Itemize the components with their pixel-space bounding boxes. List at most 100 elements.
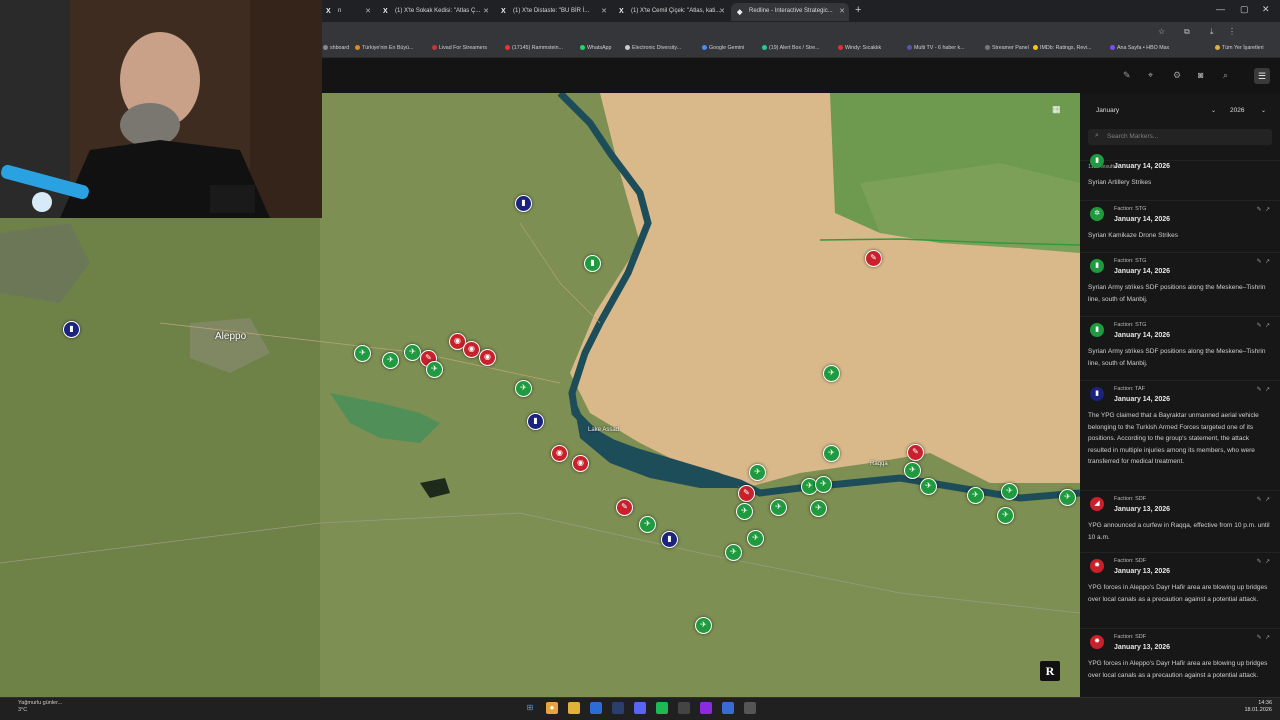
marker-list-item[interactable]: ▮ January 14, 2026 Syrian Artillery Strike… [1080, 154, 1280, 200]
folder-icon[interactable] [568, 702, 580, 714]
marker-taf[interactable]: ▮ [515, 195, 532, 212]
external-link-icon[interactable]: ↗ [1265, 207, 1270, 213]
hamburger-menu-button[interactable]: ☰ [1254, 68, 1270, 84]
edit-icon[interactable]: ✎ [1257, 207, 1262, 213]
browser-tab[interactable]: X (1) X'te Sokak Kedisi: "Atlas Ç... ✕ [377, 3, 493, 21]
marker-list-item[interactable]: ◢ Faction: SDF January 13, 2026 ✎ ↗ YPG anno… [1080, 490, 1280, 552]
app-icon[interactable] [590, 702, 602, 714]
bookmark-item[interactable]: WhatsApp [580, 45, 611, 51]
marker-stg[interactable]: ✈ [426, 361, 443, 378]
marker-stg[interactable]: ✈ [1059, 489, 1076, 506]
close-window-icon[interactable]: ✕ [1262, 4, 1270, 15]
search-markers-input[interactable]: ⌕ Search Markers... [1088, 129, 1272, 145]
app-icon[interactable] [678, 702, 690, 714]
restore-icon[interactable]: ▢ [1240, 4, 1249, 15]
pin-icon[interactable]: ⌖ [1148, 70, 1153, 81]
camera-icon[interactable]: ◙ [1198, 70, 1203, 80]
bookmark-item[interactable]: Türkiye'nin En Büyü... [355, 45, 413, 51]
new-tab-button[interactable]: + [855, 4, 861, 16]
marker-stg[interactable]: ✈ [997, 507, 1014, 524]
marker-taf[interactable]: ▮ [661, 531, 678, 548]
marker-sdf[interactable]: ◉ [463, 341, 480, 358]
bookmark-item[interactable]: Streamer Panel [985, 45, 1029, 51]
marker-taf[interactable]: ▮ [527, 413, 544, 430]
marker-stg[interactable]: ✈ [815, 476, 832, 493]
menu-icon[interactable]: ⋮ [1228, 27, 1236, 36]
close-tab-icon[interactable]: ✕ [601, 7, 607, 15]
bookmark-item[interactable]: Windy: Sıcaklık [838, 45, 881, 51]
entry-actions[interactable]: ✎ ↗ [1257, 558, 1270, 565]
bookmark-item[interactable]: Electronic Diversity... [625, 45, 681, 51]
marker-stg[interactable]: ▮ [584, 255, 601, 272]
download-icon[interactable]: ⤓ [1210, 27, 1214, 37]
marker-stg[interactable]: ✈ [404, 344, 421, 361]
edit-icon[interactable]: ✎ [1257, 635, 1262, 641]
marker-stg[interactable]: ✈ [823, 445, 840, 462]
bookmark-item[interactable]: (17145) Rammstein... [505, 45, 563, 51]
external-link-icon[interactable]: ↗ [1265, 387, 1270, 393]
marker-list-item[interactable]: ▮ Faction: TAF January 14, 2026 ✎ ↗ The YPG … [1080, 380, 1280, 490]
marker-list-item[interactable]: ▮ Faction: STG January 14, 2026 ✎ ↗ Syrian A… [1080, 316, 1280, 380]
edit-icon[interactable]: ✎ [1257, 387, 1262, 393]
year-select[interactable]: 2026 ⌄ [1230, 103, 1266, 119]
marker-sdf[interactable]: ◉ [551, 445, 568, 462]
bookmark-item[interactable]: Tüm Yer İşaretleri [1215, 45, 1264, 51]
marker-sdf[interactable]: ✎ [616, 499, 633, 516]
bookmark-item[interactable]: IMDb: Ratings, Revi... [1033, 45, 1092, 51]
close-tab-icon[interactable]: ✕ [483, 7, 489, 15]
marker-stg[interactable]: ✈ [639, 516, 656, 533]
weather-widget[interactable]: Yağmurlu günler... 3°C [18, 700, 62, 714]
marker-stg[interactable]: ✈ [770, 499, 787, 516]
start-icon[interactable]: ⊞ [524, 702, 536, 714]
app-icon[interactable] [744, 702, 756, 714]
marker-sdf[interactable]: ✎ [738, 485, 755, 502]
marker-stg[interactable]: ✈ [1001, 483, 1018, 500]
bookmark-item[interactable]: (19) Alert Box / Stre... [762, 45, 820, 51]
extensions-icon[interactable]: ⧉ [1184, 27, 1190, 37]
browser-tab[interactable]: X (1) X'te Distaste: "BU BİR İ... ✕ [495, 3, 611, 21]
entry-actions[interactable]: ✎ ↗ [1257, 386, 1270, 393]
marker-list-item[interactable]: ▮ Faction: STG January 14, 2026 ✎ ↗ Syrian A… [1080, 252, 1280, 316]
marker-stg[interactable]: ✈ [515, 380, 532, 397]
close-tab-icon[interactable]: ✕ [839, 7, 845, 15]
bookmark-item[interactable]: shboard [323, 45, 349, 51]
bookmark-item[interactable]: Multi TV - 6 haber k... [907, 45, 965, 51]
month-select[interactable]: January ⌄ [1096, 103, 1216, 119]
marker-stg[interactable]: ✈ [810, 500, 827, 517]
search-icon[interactable]: ⌕ [1223, 70, 1228, 81]
marker-stg[interactable]: ✈ [736, 503, 753, 520]
marker-stg[interactable]: ✈ [823, 365, 840, 382]
chrome-icon[interactable]: ● [546, 702, 558, 714]
marker-stg[interactable]: ✈ [354, 345, 371, 362]
marker-stg[interactable]: ✈ [920, 478, 937, 495]
marker-list-item[interactable]: ✲ Faction: STG January 14, 2026 ✎ ↗ Syrian K… [1080, 200, 1280, 252]
entry-actions[interactable]: ✎ ↗ [1257, 634, 1270, 641]
marker-stg[interactable]: ✈ [967, 487, 984, 504]
external-link-icon[interactable]: ↗ [1265, 259, 1270, 265]
discord-icon[interactable] [634, 702, 646, 714]
browser-tab[interactable]: Xn ✕ [320, 3, 375, 21]
entry-actions[interactable]: ✎ ↗ [1257, 322, 1270, 329]
marker-sdf[interactable]: ◉ [479, 349, 496, 366]
marker-list-item[interactable]: ✸ Faction: SDF January 13, 2026 ✎ ↗ YPG forc… [1080, 628, 1280, 697]
bookmark-item[interactable]: Ana Sayfa • HBO Max [1110, 45, 1169, 51]
marker-stg[interactable]: ✈ [747, 530, 764, 547]
app-icon[interactable] [700, 702, 712, 714]
close-tab-icon[interactable]: ✕ [719, 7, 725, 15]
entry-actions[interactable]: ✎ ↗ [1257, 496, 1270, 503]
external-link-icon[interactable]: ↗ [1265, 497, 1270, 503]
pen-icon[interactable]: ✎ [1123, 70, 1131, 81]
map-layers-icon[interactable]: ▦ [1052, 104, 1068, 118]
bookmark-item[interactable]: Livad For Streamers [432, 45, 487, 51]
browser-tab[interactable]: ◆ Redline - Interactive Strategic... ✕ [731, 3, 849, 21]
entry-actions[interactable]: ✎ ↗ [1257, 206, 1270, 213]
marker-sdf[interactable]: ◉ [572, 455, 589, 472]
entry-actions[interactable]: ✎ ↗ [1257, 258, 1270, 265]
marker-stg[interactable]: ✈ [725, 544, 742, 561]
app-icon[interactable] [722, 702, 734, 714]
star-icon[interactable]: ☆ [1158, 27, 1165, 36]
marker-stg[interactable]: ✈ [904, 462, 921, 479]
browser-tab[interactable]: X (1) X'te Cemil Çiçek: "Atlas, kati... ✕ [613, 3, 729, 21]
external-link-icon[interactable]: ↗ [1265, 635, 1270, 641]
marker-sdf[interactable]: ✎ [865, 250, 882, 267]
